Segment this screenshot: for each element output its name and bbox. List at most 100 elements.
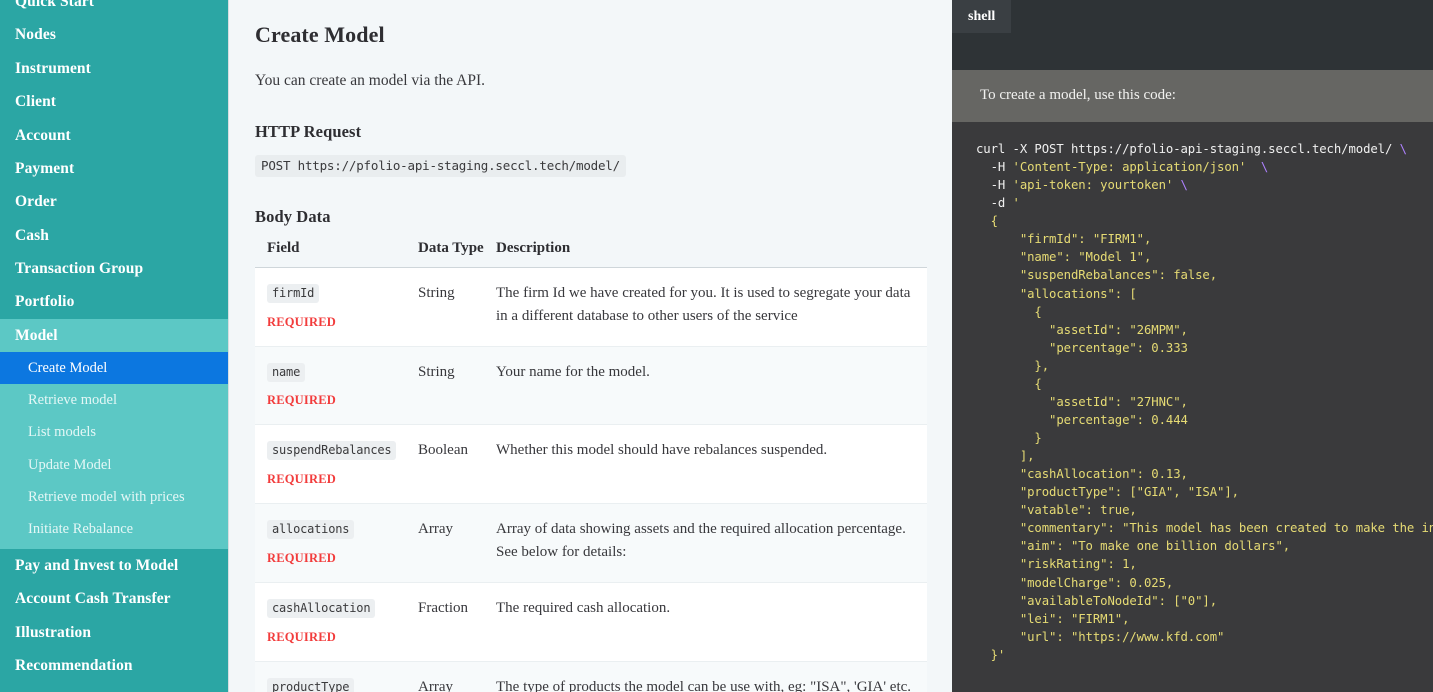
code-sample-panel: shell To create a model, use this code: … <box>952 0 1433 692</box>
sidebar-item-account-cash-transfer[interactable]: Account Cash Transfer <box>0 582 228 615</box>
table-row: productTypeREQUIREDArrayThe type of prod… <box>255 661 927 692</box>
code-token: "name": "Model 1", <box>976 250 1151 264</box>
sidebar-subitem-initiate-rebalance[interactable]: Initiate Rebalance <box>0 513 228 545</box>
cell-field: suspendRebalances REQUIRED <box>255 425 415 504</box>
code-token: ], <box>976 449 1034 463</box>
sidebar-item-transaction-group[interactable]: Transaction Group <box>0 252 228 285</box>
code-token: "commentary": "This model has been creat… <box>976 521 1433 535</box>
body-data-table: Field Data Type Description firmId REQUIR… <box>255 239 927 692</box>
field-name-code: suspendRebalances <box>267 441 396 460</box>
tabbar-empty-space <box>1011 0 1433 33</box>
code-token: "percentage": 0.333 <box>976 341 1188 355</box>
curl-code-block[interactable]: curl -X POST https://pfolio-api-staging.… <box>952 122 1433 692</box>
sidebar-item-client[interactable]: Client <box>0 85 228 118</box>
column-header-description: Description <box>493 239 927 267</box>
sidebar-item-account[interactable]: Account <box>0 119 228 152</box>
cell-description: The required cash allocation. <box>493 582 927 661</box>
sidebar-navigation[interactable]: Quick StartNodesInstrumentClientAccountP… <box>0 0 228 692</box>
code-token: -H <box>976 178 1013 192</box>
cell-field: firmId REQUIRED <box>255 267 415 346</box>
sidebar-item-recommendation[interactable]: Recommendation <box>0 649 228 682</box>
table-row: allocationsREQUIREDArrayArray of data sh… <box>255 504 927 583</box>
sidebar-item-model[interactable]: Model <box>0 319 228 352</box>
sidebar-item-order[interactable]: Order <box>0 185 228 218</box>
body-data-heading: Body Data <box>255 207 927 227</box>
code-token: "cashAllocation": 0.13, <box>976 467 1188 481</box>
table-row: name REQUIRED StringYour name for the mode… <box>255 346 927 425</box>
code-token: curl -X POST https://pfolio-api-staging.… <box>976 142 1400 156</box>
code-token: { <box>976 377 1042 391</box>
code-token: -d <box>976 196 1013 210</box>
sidebar-item-cash[interactable]: Cash <box>0 219 228 252</box>
sidebar-item-instrument[interactable]: Instrument <box>0 52 228 85</box>
field-name-code: cashAllocation <box>267 599 375 618</box>
tab-shell[interactable]: shell <box>952 0 1011 33</box>
cell-description: Your name for the model. <box>493 346 927 425</box>
cell-description: The firm Id we have created for you. It … <box>493 267 927 346</box>
code-token: "firmId": "FIRM1", <box>976 232 1151 246</box>
field-name-code: name <box>267 363 305 382</box>
code-token: { <box>976 214 998 228</box>
code-token: "vatable": true, <box>976 503 1137 517</box>
code-token: "percentage": 0.444 <box>976 413 1188 427</box>
code-token: { <box>976 305 1042 319</box>
code-token: "assetId": "27HNC", <box>976 395 1188 409</box>
code-token: "availableToNodeId": ["0"], <box>976 594 1217 608</box>
sidebar-subitem-update-model[interactable]: Update Model <box>0 449 228 481</box>
intro-paragraph: You can create an model via the API. <box>255 72 927 90</box>
code-token: }, <box>976 359 1049 373</box>
sidebar-item-payment[interactable]: Payment <box>0 152 228 185</box>
sidebar-subitem-retrieve-model[interactable]: Retrieve model <box>0 384 228 416</box>
sidebar-item-quick-start[interactable]: Quick Start <box>0 0 228 18</box>
column-header-data-type: Data Type <box>415 239 493 267</box>
sidebar-submenu-model[interactable]: Create ModelRetrieve modelList modelsUpd… <box>0 352 228 549</box>
field-name-code: productType <box>267 678 354 692</box>
code-token: "suspendRebalances": false, <box>976 268 1217 282</box>
cell-data-type: Array <box>415 661 493 692</box>
code-token <box>1173 178 1180 192</box>
sidebar-item-pay-and-invest-to-model[interactable]: Pay and Invest to Model <box>0 549 228 582</box>
sidebar-item-illustration[interactable]: Illustration <box>0 616 228 649</box>
code-token: "lei": "FIRM1", <box>976 612 1129 626</box>
code-token: \ <box>1261 160 1268 174</box>
cell-data-type: String <box>415 267 493 346</box>
http-request-endpoint: POST https://pfolio-api-staging.seccl.te… <box>255 155 626 177</box>
code-token: } <box>976 431 1042 445</box>
documentation-page: Quick StartNodesInstrumentClientAccountP… <box>0 0 1433 692</box>
code-token: "riskRating": 1, <box>976 557 1137 571</box>
code-token: "url": "https://www.kfd.com" <box>976 630 1224 644</box>
sidebar-item-nodes[interactable]: Nodes <box>0 18 228 51</box>
sidebar-subitem-retrieve-model-with-prices[interactable]: Retrieve model with prices <box>0 481 228 513</box>
cell-data-type: Boolean <box>415 425 493 504</box>
code-token: \ <box>1400 142 1407 156</box>
sidebar-subitem-create-model[interactable]: Create Model <box>0 352 228 384</box>
table-header-row: Field Data Type Description <box>255 239 927 267</box>
http-request-heading: HTTP Request <box>255 122 927 142</box>
code-language-tabbar: shell <box>952 0 1433 33</box>
cell-field: productTypeREQUIRED <box>255 661 415 692</box>
code-token <box>1246 160 1261 174</box>
main-content: Create Model You can create an model via… <box>228 0 952 692</box>
code-token: \ <box>1181 178 1188 192</box>
cell-field: allocationsREQUIRED <box>255 504 415 583</box>
table-row: cashAllocationREQUIREDFractionThe requir… <box>255 582 927 661</box>
cell-data-type: Array <box>415 504 493 583</box>
field-name-code: allocations <box>267 520 354 539</box>
code-token: "aim": "To make one billion dollars", <box>976 539 1290 553</box>
code-token: "assetId": "26MPM", <box>976 323 1188 337</box>
column-header-field: Field <box>255 239 415 267</box>
code-token: ' <box>1013 196 1020 210</box>
field-name-code: firmId <box>267 284 319 303</box>
code-token: "modelCharge": 0.025, <box>976 576 1173 590</box>
cell-field: cashAllocationREQUIRED <box>255 582 415 661</box>
required-badge: REQUIRED <box>267 391 409 410</box>
code-token: "allocations": [ <box>976 287 1137 301</box>
code-token: -H <box>976 160 1013 174</box>
required-badge: REQUIRED <box>267 470 409 489</box>
sidebar-subitem-list-models[interactable]: List models <box>0 416 228 448</box>
cell-data-type: String <box>415 346 493 425</box>
table-row: suspendRebalancesREQUIREDBooleanWhether … <box>255 425 927 504</box>
sidebar-item-portfolio[interactable]: Portfolio <box>0 285 228 318</box>
sidebar-item-message[interactable]: Message <box>0 682 228 692</box>
required-badge: REQUIRED <box>267 313 409 332</box>
